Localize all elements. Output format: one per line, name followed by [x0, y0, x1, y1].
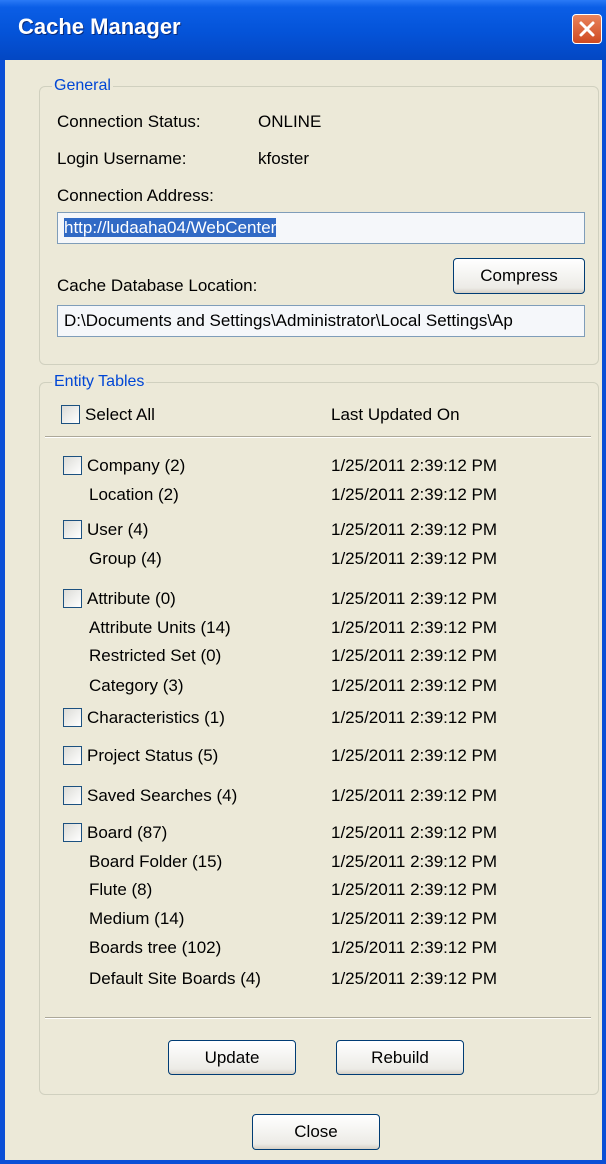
close-icon: [579, 21, 595, 37]
rebuild-button[interactable]: Rebuild: [336, 1040, 464, 1075]
entity-tables-legend: Entity Tables: [54, 373, 145, 390]
entity-updated-date: 1/25/2011 2:39:12 PM: [331, 823, 498, 842]
close-window-button[interactable]: [572, 14, 602, 44]
select-all-label: Select All: [85, 405, 155, 424]
entity-label: User (4): [87, 520, 149, 539]
entity-updated-date: 1/25/2011 2:39:12 PM: [331, 786, 498, 805]
entity-updated-date: 1/25/2011 2:39:12 PM: [331, 549, 498, 568]
entity-updated-date: 1/25/2011 2:39:12 PM: [331, 485, 498, 504]
cache-location-label: Cache Database Location:: [57, 276, 258, 295]
entity-updated-date: 1/25/2011 2:39:12 PM: [331, 676, 498, 695]
entity-label: Category (3): [89, 676, 184, 695]
entity-label: Project Status (5): [87, 746, 219, 765]
entity-label: Board (87): [87, 823, 168, 842]
entity-label: Saved Searches (4): [87, 786, 238, 805]
entity-label: Board Folder (15): [89, 852, 223, 871]
entity-updated-date: 1/25/2011 2:39:12 PM: [331, 646, 498, 665]
compress-button[interactable]: Compress: [453, 258, 585, 294]
entity-label: Flute (8): [89, 880, 153, 899]
close-button[interactable]: Close: [252, 1114, 380, 1150]
entity-updated-date: 1/25/2011 2:39:12 PM: [331, 456, 498, 475]
connection-address-text: http://ludaaha04/WebCenter: [64, 218, 277, 237]
login-username-value: kfoster: [258, 149, 310, 168]
header-divider: [45, 436, 591, 438]
entity-updated-date: 1/25/2011 2:39:12 PM: [331, 852, 498, 871]
entity-updated-date: 1/25/2011 2:39:12 PM: [331, 909, 498, 928]
entity-label: Attribute (0): [87, 589, 176, 608]
footer-divider: [45, 1017, 591, 1019]
entity-checkbox[interactable]: [63, 746, 82, 765]
entity-label: Characteristics (1): [87, 708, 225, 727]
entity-updated-date: 1/25/2011 2:39:12 PM: [331, 589, 498, 608]
entity-updated-date: 1/25/2011 2:39:12 PM: [331, 708, 498, 727]
connection-address-label: Connection Address:: [57, 186, 214, 205]
last-updated-header: Last Updated On: [331, 405, 460, 424]
entity-checkbox[interactable]: [63, 823, 82, 842]
entity-label: Group (4): [89, 549, 162, 568]
select-all-checkbox[interactable]: [61, 405, 80, 424]
entity-checkbox[interactable]: [63, 589, 82, 608]
entity-updated-date: 1/25/2011 2:39:12 PM: [331, 880, 498, 899]
entity-label: Default Site Boards (4): [89, 969, 261, 988]
update-button[interactable]: Update: [168, 1040, 296, 1075]
cache-location-field[interactable]: D:\Documents and Settings\Administrator\…: [57, 305, 585, 337]
window-title: Cache Manager: [18, 14, 181, 39]
general-legend: General: [54, 77, 111, 94]
connection-status-label: Connection Status:: [57, 112, 201, 131]
connection-status-value: ONLINE: [258, 112, 322, 131]
entity-updated-date: 1/25/2011 2:39:12 PM: [331, 618, 498, 637]
entity-updated-date: 1/25/2011 2:39:12 PM: [331, 746, 498, 765]
login-username-label: Login Username:: [57, 149, 187, 168]
entity-updated-date: 1/25/2011 2:39:12 PM: [331, 520, 498, 539]
entity-checkbox[interactable]: [63, 786, 82, 805]
title-bar[interactable]: Cache Manager: [0, 0, 606, 60]
entity-label: Company (2): [87, 456, 186, 475]
entity-checkbox[interactable]: [63, 456, 82, 475]
entity-updated-date: 1/25/2011 2:39:12 PM: [331, 969, 498, 988]
entity-checkbox[interactable]: [63, 708, 82, 727]
entity-label: Location (2): [89, 485, 179, 504]
entity-checkbox[interactable]: [63, 520, 82, 539]
entity-label: Boards tree (102): [89, 938, 222, 957]
entity-updated-date: 1/25/2011 2:39:12 PM: [331, 938, 498, 957]
entity-label: Restricted Set (0): [89, 646, 222, 665]
cache-manager-window: Cache Manager General Connection Status:…: [0, 0, 606, 1164]
entity-label: Attribute Units (14): [89, 618, 231, 637]
connection-address-field[interactable]: http://ludaaha04/WebCenter: [57, 212, 585, 244]
entity-label: Medium (14): [89, 909, 185, 928]
